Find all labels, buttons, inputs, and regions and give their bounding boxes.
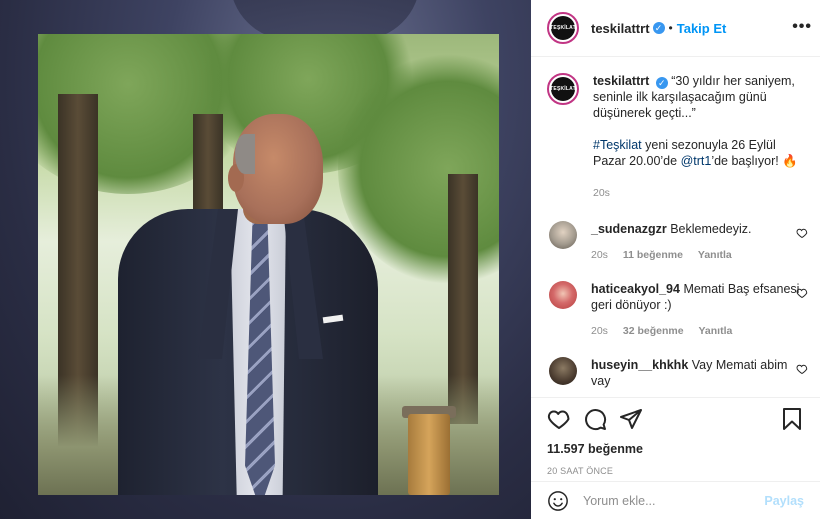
emoji-icon[interactable]: [547, 490, 569, 512]
comment-time[interactable]: 20s: [591, 249, 608, 261]
comment-time[interactable]: 20s: [591, 325, 608, 337]
comment-like-icon[interactable]: [796, 227, 808, 242]
verified-badge-icon: ✓: [652, 22, 665, 34]
profile-avatar[interactable]: TEŞKİLAT: [547, 12, 579, 44]
action-icons: [547, 406, 804, 432]
more-options-icon[interactable]: •••: [792, 18, 812, 36]
caption-second-paragraph: #Teşkilat yeni sezonuyla 26 Eylül Pazar …: [593, 137, 804, 169]
hair: [235, 134, 255, 174]
comment-username[interactable]: haticeakyol_94: [591, 282, 680, 296]
comment-likes[interactable]: 32 beğenme: [623, 325, 684, 337]
comment-avatar[interactable]: [549, 281, 577, 309]
comment-body: haticeakyol_94 Memati Baş efsanesi geri …: [591, 281, 804, 339]
comment-text: Beklemedeyiz.: [670, 222, 752, 236]
separator-dot: •: [668, 21, 673, 35]
like-count[interactable]: 11.597 beğenme: [547, 442, 804, 456]
caption-mention[interactable]: @trt1: [681, 154, 712, 168]
comment-username[interactable]: _sudenazgzr: [591, 222, 667, 236]
comment-item: haticeakyol_94 Memati Baş efsanesi geri …: [547, 281, 808, 339]
post-comment-button[interactable]: Paylaş: [764, 494, 804, 508]
verified-badge-icon: ✓: [655, 77, 668, 89]
comment-like-icon[interactable]: [796, 287, 808, 302]
comment-username[interactable]: huseyin__khkhk: [591, 358, 688, 372]
caption-time[interactable]: 20s: [593, 187, 610, 199]
reply-button[interactable]: Yanıtla: [698, 325, 732, 337]
avatar-logo: TEŞKİLAT: [550, 77, 576, 101]
comment-text-line: haticeakyol_94 Memati Baş efsanesi geri …: [591, 281, 804, 313]
post-timestamp[interactable]: 20 SAAT ÖNCE: [547, 466, 804, 476]
man-figure: [118, 84, 418, 495]
comments-section[interactable]: TEŞKİLAT teskilattrt ✓ “30 yıldır her sa…: [531, 57, 820, 397]
header-username[interactable]: teskilattrt: [591, 21, 650, 36]
comment-bubble-icon[interactable]: [583, 407, 607, 431]
caption-first-paragraph: teskilattrt ✓ “30 yıldır her saniyem, se…: [593, 73, 804, 121]
like-heart-icon[interactable]: [547, 407, 571, 431]
post-photo[interactable]: [38, 34, 499, 495]
comment-input[interactable]: [583, 493, 757, 508]
avatar-logo: TEŞKİLAT: [550, 16, 576, 40]
share-send-icon[interactable]: [619, 407, 643, 431]
comment-meta: 20s 11 beğenme Yanıtla: [591, 247, 804, 263]
caption: TEŞKİLAT teskilattrt ✓ “30 yıldır her sa…: [547, 73, 804, 201]
comment-body: huseyin__khkhk Vay Memati abim vay: [591, 357, 804, 389]
comment-body: _sudenazgzr Beklemedeyiz. 20s 11 beğenme…: [591, 221, 804, 263]
post-actions: 11.597 beğenme 20 SAAT ÖNCE: [531, 397, 820, 476]
comment-like-icon[interactable]: [796, 363, 808, 378]
post-side-panel: TEŞKİLAT teskilattrt ✓ • Takip Et ••• TE…: [531, 0, 820, 519]
caption-meta: 20s: [593, 185, 804, 201]
comment-item: huseyin__khkhk Vay Memati abim vay: [547, 357, 808, 389]
comment-text-line: huseyin__khkhk Vay Memati abim vay: [591, 357, 804, 389]
comment-likes[interactable]: 11 beğenme: [623, 249, 683, 261]
caption-body: teskilattrt ✓ “30 yıldır her saniyem, se…: [593, 73, 804, 201]
caption-avatar[interactable]: TEŞKİLAT: [547, 73, 579, 105]
comment-avatar[interactable]: [549, 221, 577, 249]
bookmark-icon[interactable]: [780, 407, 804, 431]
caption-hashtag[interactable]: #Teşkilat: [593, 138, 642, 152]
comment-text-line: _sudenazgzr Beklemedeyiz.: [591, 221, 804, 237]
comment-avatar[interactable]: [549, 357, 577, 385]
caption-username[interactable]: teskilattrt: [593, 74, 649, 88]
caption-text-end: ’de başlıyor! 🔥: [711, 154, 798, 168]
follow-button[interactable]: Takip Et: [677, 21, 727, 36]
post-media-area: [0, 0, 531, 519]
comment-item: _sudenazgzr Beklemedeyiz. 20s 11 beğenme…: [547, 221, 808, 263]
add-comment-bar: Paylaş: [531, 481, 820, 519]
reply-button[interactable]: Yanıtla: [698, 249, 732, 261]
post-header: TEŞKİLAT teskilattrt ✓ • Takip Et •••: [531, 0, 820, 57]
comment-meta: 20s 32 beğenme Yanıtla: [591, 323, 804, 339]
